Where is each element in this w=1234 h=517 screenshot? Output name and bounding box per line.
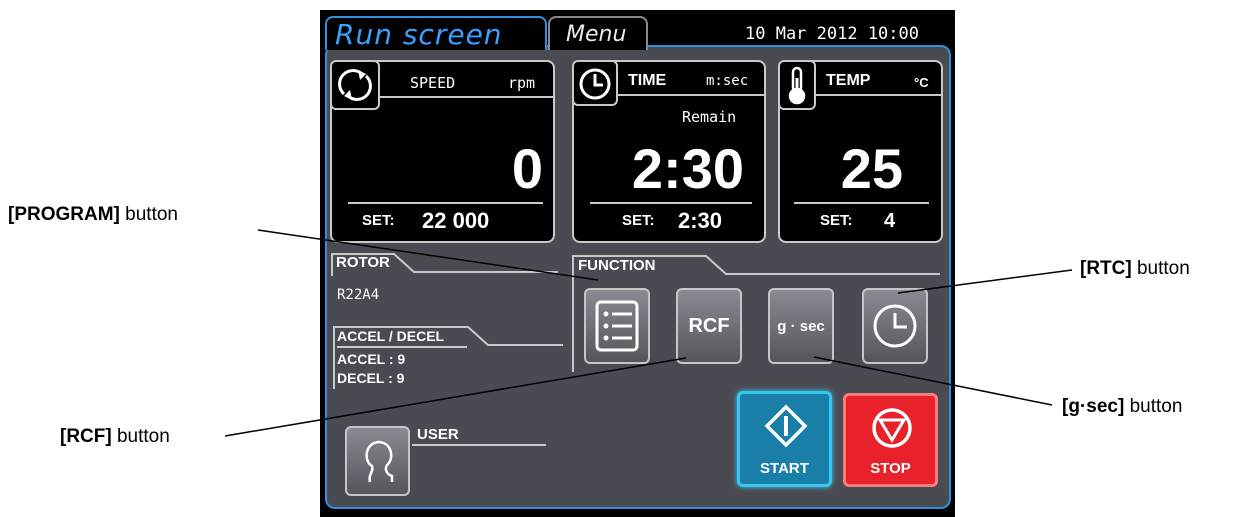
- gsec-callout: [g·sec] button: [1062, 396, 1183, 417]
- callout-lines: [224, 229, 1073, 437]
- program-callout: [PROGRAM] button: [8, 204, 178, 225]
- rtc-callout: [RTC] button: [1080, 258, 1190, 279]
- rcf-callout: [RCF] button: [60, 426, 170, 447]
